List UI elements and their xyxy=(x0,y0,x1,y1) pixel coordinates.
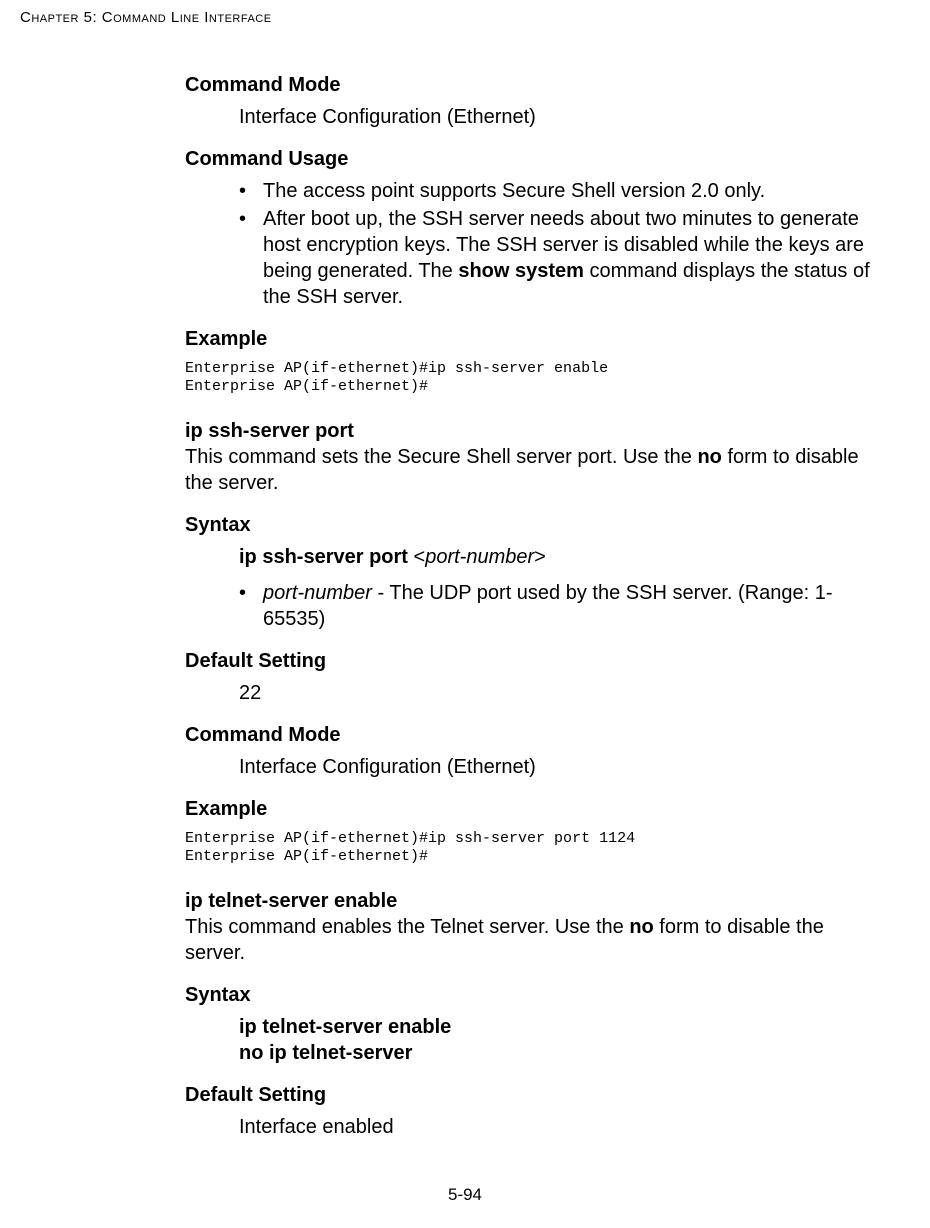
heading-command-mode-1: Command Mode xyxy=(185,72,870,98)
syntax-2-bold: ip ssh-server port xyxy=(239,546,408,568)
command-title-telnet: ip telnet-server enable xyxy=(185,888,870,914)
param-list-2: port-number - The UDP port used by the S… xyxy=(185,580,870,632)
heading-command-mode-2: Command Mode xyxy=(185,722,870,748)
default-value-2: 22 xyxy=(239,680,870,706)
syntax-line-2: ip ssh-server port <port-number> xyxy=(239,544,870,570)
code-block-1: Enterprise AP(if-ethernet)#ip ssh-server… xyxy=(185,360,870,396)
heading-default-3: Default Setting xyxy=(185,1082,870,1108)
running-head: Chapter 5: Command Line Interface xyxy=(20,8,272,28)
heading-command-usage: Command Usage xyxy=(185,146,870,172)
syntax-2-close: > xyxy=(534,546,546,568)
syntax-2-open: < xyxy=(408,546,425,568)
code-block-2: Enterprise AP(if-ethernet)#ip ssh-server… xyxy=(185,830,870,866)
ssh-port-desc: This command sets the Secure Shell serve… xyxy=(185,444,870,496)
syntax-block-3: ip telnet-server enable no ip telnet-ser… xyxy=(239,1014,870,1066)
command-mode-value-1: Interface Configuration (Ethernet) xyxy=(239,104,870,130)
command-title-ssh-port: ip ssh-server port xyxy=(185,418,870,444)
usage-item-1-text: The access point supports Secure Shell v… xyxy=(263,180,765,202)
param-item-2: port-number - The UDP port used by the S… xyxy=(185,580,870,632)
usage-item-2-bold: show system xyxy=(458,260,584,282)
telnet-desc: This command enables the Telnet server. … xyxy=(185,914,870,966)
telnet-desc-a: This command enables the Telnet server. … xyxy=(185,916,629,938)
heading-syntax-2: Syntax xyxy=(185,512,870,538)
usage-item-1: The access point supports Secure Shell v… xyxy=(185,178,870,204)
default-value-3: Interface enabled xyxy=(239,1114,870,1140)
ssh-port-desc-bold: no xyxy=(697,446,721,468)
syntax-3-line2: no ip telnet-server xyxy=(239,1040,870,1066)
content: Command Mode Interface Configuration (Et… xyxy=(185,72,870,1150)
heading-example-1: Example xyxy=(185,326,870,352)
heading-default-2: Default Setting xyxy=(185,648,870,674)
page: Chapter 5: Command Line Interface Comman… xyxy=(0,0,930,1228)
telnet-desc-bold: no xyxy=(629,916,653,938)
ssh-port-desc-a: This command sets the Secure Shell serve… xyxy=(185,446,697,468)
heading-example-2: Example xyxy=(185,796,870,822)
syntax-2-ital: port-number xyxy=(425,546,534,568)
running-head-text: Chapter 5: Command Line Interface xyxy=(20,9,272,26)
usage-item-2: After boot up, the SSH server needs abou… xyxy=(185,206,870,310)
usage-list: The access point supports Secure Shell v… xyxy=(185,178,870,310)
param-2-ital: port-number xyxy=(263,582,372,604)
command-mode-value-2: Interface Configuration (Ethernet) xyxy=(239,754,870,780)
syntax-3-line1: ip telnet-server enable xyxy=(239,1014,870,1040)
heading-syntax-3: Syntax xyxy=(185,982,870,1008)
page-number: 5-94 xyxy=(0,1184,930,1206)
